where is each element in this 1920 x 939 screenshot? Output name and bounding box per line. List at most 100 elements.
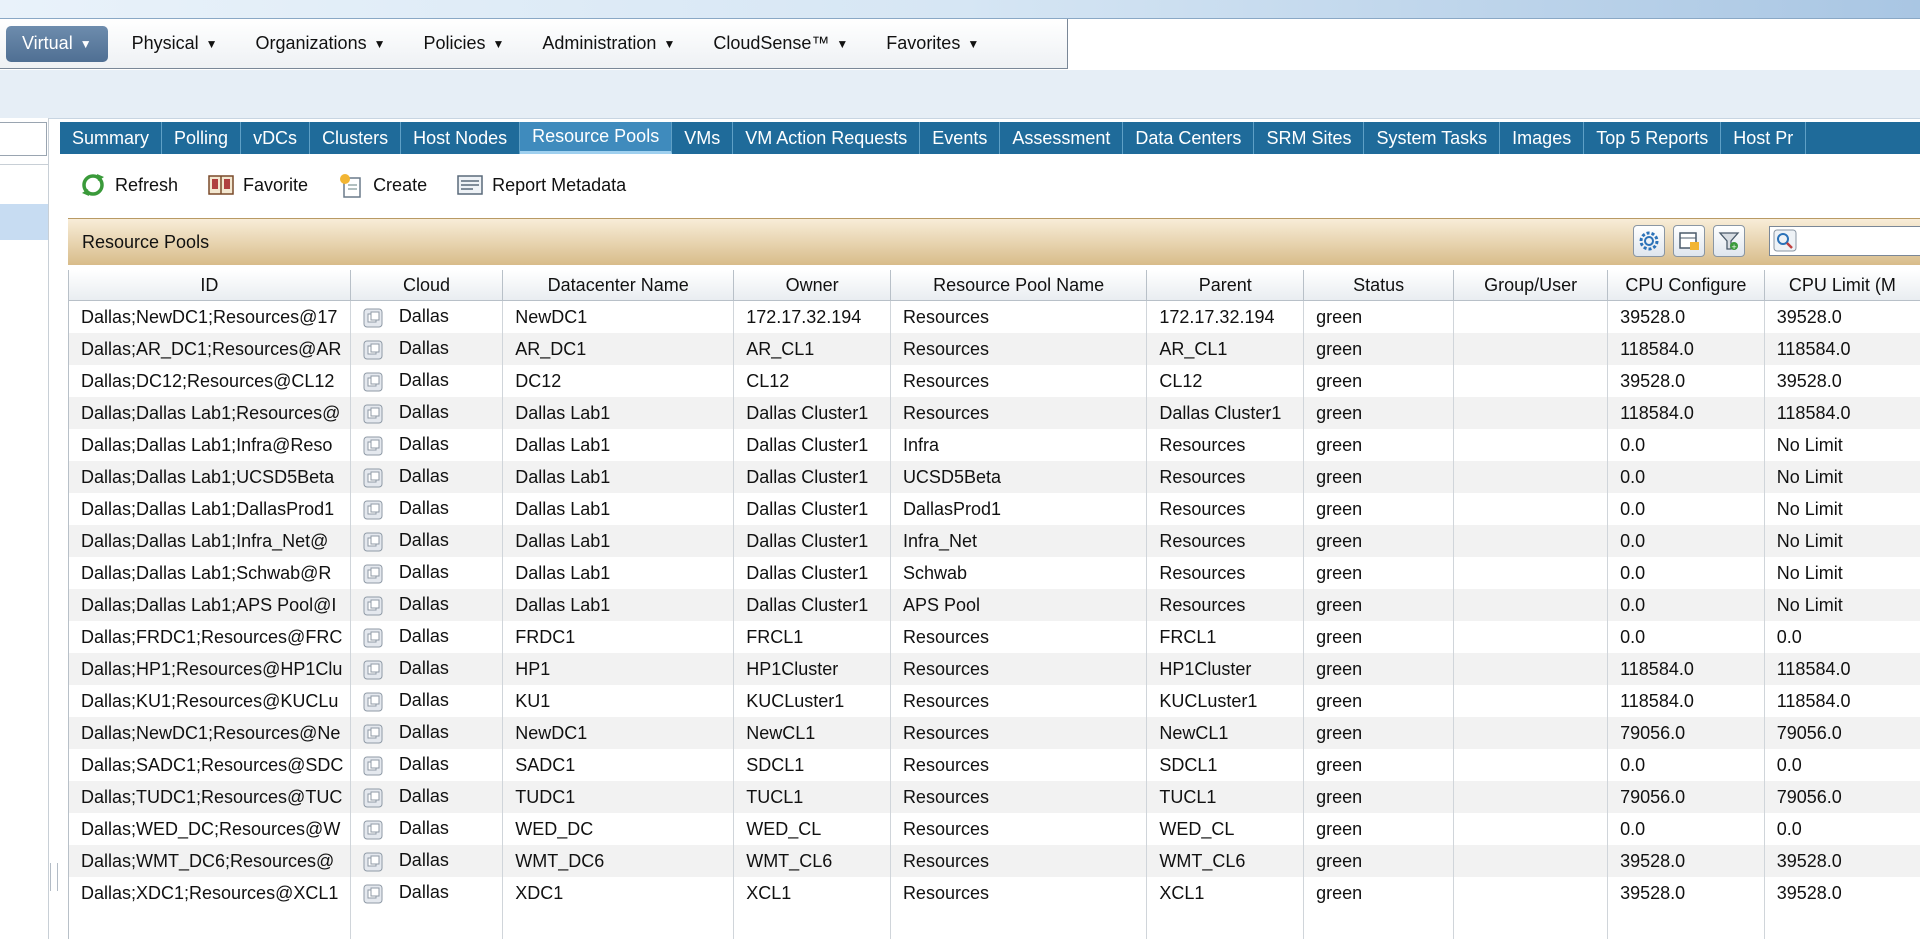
table-row[interactable]: Dallas;HP1;Resources@HP1Clu Dallas HP1 HP1C…	[69, 653, 1920, 685]
column-header-parent[interactable]: Parent	[1146, 270, 1305, 301]
table-row[interactable]: Dallas;SADC1;Resources@SDC Dallas SADC1 SDC…	[69, 749, 1920, 781]
table-cell: Dallas	[350, 397, 504, 429]
table-cell: WED_CL	[733, 813, 891, 845]
column-header-status[interactable]: Status	[1303, 270, 1455, 301]
table-cell: Resources	[1146, 493, 1305, 525]
tab-top-5-reports[interactable]: Top 5 Reports	[1584, 122, 1722, 154]
tab-system-tasks[interactable]: System Tasks	[1364, 122, 1501, 154]
table-cell: 39528.0	[1764, 845, 1920, 877]
export-button[interactable]	[1673, 225, 1705, 257]
column-header-owner[interactable]: Owner	[733, 270, 891, 301]
table-cell: XDC1	[502, 877, 735, 909]
tab-host-profiles[interactable]: Host Pr	[1721, 122, 1807, 154]
settings-button[interactable]	[1633, 225, 1665, 257]
table-cell: No Limit	[1764, 429, 1920, 461]
table-cell: AR_DC1	[502, 333, 735, 365]
table-row[interactable]: Dallas;Dallas Lab1;Infra_Net@ Dallas Dalla…	[69, 525, 1920, 557]
tab-images[interactable]: Images	[1500, 122, 1585, 154]
menu-label: Physical	[131, 33, 199, 53]
table-cell: 0.0	[1607, 749, 1765, 781]
favorite-button[interactable]: Favorite	[208, 173, 308, 197]
table-row[interactable]: Dallas;WMT_DC6;Resources@ Dallas WMT_DC6 WM…	[69, 845, 1920, 877]
cloud-icon	[363, 692, 383, 712]
menu-virtual[interactable]: Virtual ▼	[6, 25, 108, 62]
table-cell: Resources	[890, 621, 1148, 653]
table-cell: WMT_DC6	[502, 845, 735, 877]
cloud-icon	[363, 436, 383, 456]
column-header-cloud[interactable]: Cloud	[350, 270, 504, 301]
table-cell: 0.0	[1764, 621, 1920, 653]
table-cell: No Limit	[1764, 493, 1920, 525]
table-row[interactable]: Dallas;TUDC1;Resources@TUC Dallas TUDC1 TUC…	[69, 781, 1920, 813]
tab-summary[interactable]: Summary	[60, 122, 163, 154]
table-row[interactable]: Dallas;AR_DC1;Resources@AR Dallas AR_DC1 AR…	[69, 333, 1920, 365]
menu-physical[interactable]: Physical ▼	[118, 26, 232, 62]
table-cell: 0.0	[1607, 429, 1765, 461]
table-cell: Resources	[890, 397, 1148, 429]
search-input[interactable]	[1769, 226, 1920, 256]
table-cell: 39528.0	[1607, 365, 1765, 397]
menu-favorites[interactable]: Favorites ▼	[872, 26, 993, 62]
tab-vdcs[interactable]: vDCs	[241, 122, 311, 154]
tab-events[interactable]: Events	[920, 122, 1001, 154]
table-row[interactable]: Dallas;FRDC1;Resources@FRC Dallas FRDC1 FRC…	[69, 621, 1920, 653]
table-cell: green	[1303, 685, 1455, 717]
table-row[interactable]: Dallas;DC12;Resources@CL12 Dallas DC12 CL12…	[69, 365, 1920, 397]
left-panel-field[interactable]	[0, 122, 47, 156]
table-row[interactable]: Dallas;KU1;Resources@KUCLu Dallas KU1 KUCLu…	[69, 685, 1920, 717]
caret-down-icon: ▼	[492, 36, 505, 51]
column-header-datacenter-name[interactable]: Datacenter Name	[502, 270, 735, 301]
tab-data-centers[interactable]: Data Centers	[1123, 122, 1255, 154]
table-row[interactable]: Dallas;XDC1;Resources@XCL1 Dallas XDC1 XCL1…	[69, 877, 1920, 909]
caret-down-icon: ▼	[79, 36, 92, 51]
table-cell: green	[1303, 557, 1455, 589]
table-cell: Dallas	[350, 621, 504, 653]
table-row[interactable]: Dallas;NewDC1;Resources@17 Dallas NewDC1 17…	[69, 300, 1920, 333]
table-row[interactable]: Dallas;WED_DC;Resources@W Dallas WED_DC WED…	[69, 813, 1920, 845]
table-cell: Dallas;Dallas Lab1;DallasProd1	[69, 493, 351, 525]
table-cell: 0.0	[1607, 813, 1765, 845]
table-cell: 118584.0	[1764, 685, 1920, 717]
tab-host-nodes[interactable]: Host Nodes	[401, 122, 521, 154]
column-header-cpu-configure[interactable]: CPU Configure	[1607, 270, 1765, 301]
tab-assessment[interactable]: Assessment	[1000, 122, 1124, 154]
tab-clusters[interactable]: Clusters	[310, 122, 402, 154]
cloud-name: Dallas	[398, 690, 449, 711]
report-metadata-button[interactable]: Report Metadata	[457, 173, 626, 197]
tab-vm-action-requests[interactable]: VM Action Requests	[733, 122, 921, 154]
column-header-resource-pool-name[interactable]: Resource Pool Name	[890, 270, 1148, 301]
menu-administration[interactable]: Administration ▼	[528, 26, 689, 62]
create-button[interactable]: Create	[338, 172, 427, 198]
splitter-handle[interactable]	[50, 863, 58, 891]
table-cell: Dallas;AR_DC1;Resources@AR	[69, 333, 351, 365]
table-cell: TUDC1	[502, 781, 735, 813]
menu-policies[interactable]: Policies ▼	[409, 26, 518, 62]
cloud-name: Dallas	[398, 850, 449, 871]
table-row[interactable]: Dallas;Dallas Lab1;Schwab@R Dallas Dallas …	[69, 557, 1920, 589]
filter-button[interactable]: +	[1713, 225, 1745, 257]
column-header-group-user[interactable]: Group/User	[1453, 270, 1609, 301]
table-cell: 0.0	[1607, 557, 1765, 589]
tab-srm-sites[interactable]: SRM Sites	[1254, 122, 1365, 154]
table-row[interactable]: Dallas;Dallas Lab1;UCSD5Beta Dallas Dallas…	[69, 461, 1920, 493]
left-navigation-panel	[0, 118, 58, 939]
column-header-cpu-limit-m[interactable]: CPU Limit (M	[1764, 270, 1920, 301]
table-row[interactable]: Dallas;Dallas Lab1;Resources@ Dallas Dalla…	[69, 397, 1920, 429]
tab-resource-pools[interactable]: Resource Pools	[520, 122, 673, 154]
table-row[interactable]: Dallas;Dallas Lab1;DallasProd1 Dallas Dall…	[69, 493, 1920, 525]
table-cell: Dallas Lab1	[502, 557, 735, 589]
caret-down-icon: ▼	[663, 36, 676, 51]
table-cell: green	[1303, 300, 1455, 333]
table-row[interactable]: Dallas;Dallas Lab1;Infra@Reso Dallas Dalla…	[69, 429, 1920, 461]
tab-vms[interactable]: VMs	[672, 122, 734, 154]
refresh-button[interactable]: Refresh	[80, 172, 178, 198]
menu-cloudsense[interactable]: CloudSense™ ▼	[699, 26, 862, 62]
left-panel-selected-item[interactable]	[0, 204, 48, 240]
tab-polling[interactable]: Polling	[162, 122, 242, 154]
table-cell: Resources	[890, 813, 1148, 845]
column-header-id[interactable]: ID	[69, 270, 351, 301]
table-cell: DC12	[502, 365, 735, 397]
table-row[interactable]: Dallas;Dallas Lab1;APS Pool@I Dallas Dalla…	[69, 589, 1920, 621]
table-row[interactable]: Dallas;NewDC1;Resources@Ne Dallas NewDC1 Ne…	[69, 717, 1920, 749]
menu-organizations[interactable]: Organizations ▼	[242, 26, 400, 62]
